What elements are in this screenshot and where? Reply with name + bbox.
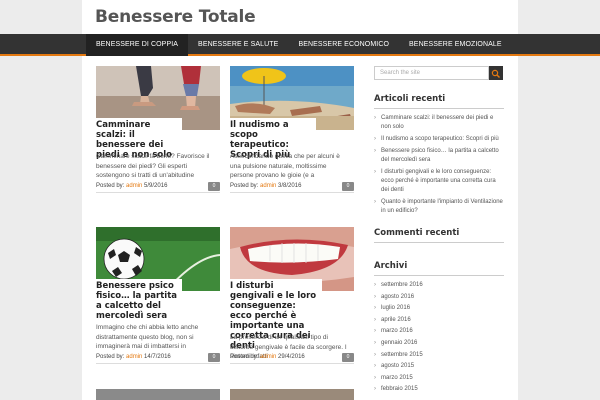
posted-by-label: Posted by: [230, 183, 259, 189]
post-title[interactable]: Benessere psico fisico… la partita a cal… [96, 279, 182, 323]
nav-item-emozionale[interactable]: BENESSERE EMOZIONALE [399, 34, 512, 56]
archives-list: settembre 2016 agosto 2016 luglio 2016 a… [374, 281, 504, 394]
post-excerpt: Immagino che chi abbia letto anche distr… [96, 324, 199, 350]
post-meta: Posted by: admin 14/7/2016 0 [96, 353, 220, 364]
posted-by-label: Posted by: [96, 183, 125, 189]
post-card: Il nudismo a scopo terapeutico: Scopri d… [230, 66, 354, 196]
nav-item-salute[interactable]: BENESSERE E SALUTE [188, 34, 288, 56]
nav-item-economico[interactable]: BENESSERE ECONOMICO [288, 34, 399, 56]
post-author-link[interactable]: admin [126, 354, 142, 360]
recent-posts-list: Camminare scalzi: il benessere dei piedi… [374, 114, 504, 216]
main-nav: BENESSERE DI COPPIA BENESSERE E SALUTE B… [0, 34, 600, 56]
archive-link[interactable]: febbraio 2015 [374, 385, 504, 394]
archive-link[interactable]: marzo 2015 [374, 374, 504, 383]
post-author-link[interactable]: admin [126, 183, 142, 189]
search-icon [491, 69, 500, 78]
post-excerpt: Assecondando quella che per alcuni è una… [230, 153, 340, 179]
posted-by-label: Posted by: [230, 354, 259, 360]
archive-link[interactable]: marzo 2016 [374, 327, 504, 336]
recent-comments-title: Commenti recenti [374, 228, 504, 243]
post-date: 3/8/2016 [278, 183, 302, 189]
post-meta: Posted by: admin 5/9/2016 0 [96, 182, 220, 193]
archive-link[interactable]: aprile 2016 [374, 316, 504, 325]
post-card: Camminare scalzi: il benessere dei piedi… [96, 66, 220, 196]
post-meta: Posted by: admin 29/4/2016 0 [230, 353, 354, 364]
archive-link[interactable]: settembre 2015 [374, 351, 504, 360]
posted-by-label: Posted by: [96, 354, 125, 360]
post-card: I disturbi gengivali e le loro conseguen… [230, 227, 354, 367]
post-meta: Posted by: admin 3/8/2016 0 [230, 182, 354, 193]
search-input[interactable]: Search the site [374, 66, 489, 80]
post-thumbnail[interactable] [96, 389, 220, 400]
recent-post-link[interactable]: Il nudismo a scopo terapeutico: Scopri d… [374, 135, 504, 144]
recent-post-link[interactable]: I disturbi gengivali e le loro conseguen… [374, 168, 504, 195]
archive-link[interactable]: agosto 2015 [374, 362, 504, 371]
comment-count-icon[interactable]: 0 [208, 182, 220, 191]
recent-post-link[interactable]: Quanto è importante l'impianto di Ventil… [374, 198, 504, 216]
post-date: 14/7/2016 [144, 354, 171, 360]
comment-count-icon[interactable]: 0 [342, 182, 354, 191]
search-button[interactable] [489, 66, 503, 80]
post-author-link[interactable]: admin [260, 183, 276, 189]
comment-count-icon[interactable]: 0 [208, 353, 220, 362]
archive-link[interactable]: agosto 2016 [374, 293, 504, 302]
archive-link[interactable]: gennaio 2016 [374, 339, 504, 348]
post-author-link[interactable]: admin [260, 354, 276, 360]
site-title[interactable]: Benessere Totale [95, 7, 256, 27]
post-excerpt: Camminare scalzi fa bene? Favorisce il b… [96, 153, 210, 179]
site-header: Benessere Totale [82, 0, 518, 34]
recent-post-link[interactable]: Benessere psico fisico… la partita a cal… [374, 147, 504, 165]
post-date: 29/4/2016 [278, 354, 305, 360]
recent-posts-title: Articoli recenti [374, 94, 504, 109]
archive-link[interactable]: settembre 2016 [374, 281, 504, 290]
post-thumbnail[interactable] [230, 389, 354, 400]
comment-count-icon[interactable]: 0 [342, 353, 354, 362]
archives-title: Archivi [374, 261, 504, 276]
archive-link[interactable]: luglio 2016 [374, 304, 504, 313]
post-date: 5/9/2016 [144, 183, 168, 189]
nav-item-coppia[interactable]: BENESSERE DI COPPIA [86, 34, 189, 56]
post-card: Benessere psico fisico… la partita a cal… [96, 227, 220, 367]
recent-post-link[interactable]: Camminare scalzi: il benessere dei piedi… [374, 114, 504, 132]
